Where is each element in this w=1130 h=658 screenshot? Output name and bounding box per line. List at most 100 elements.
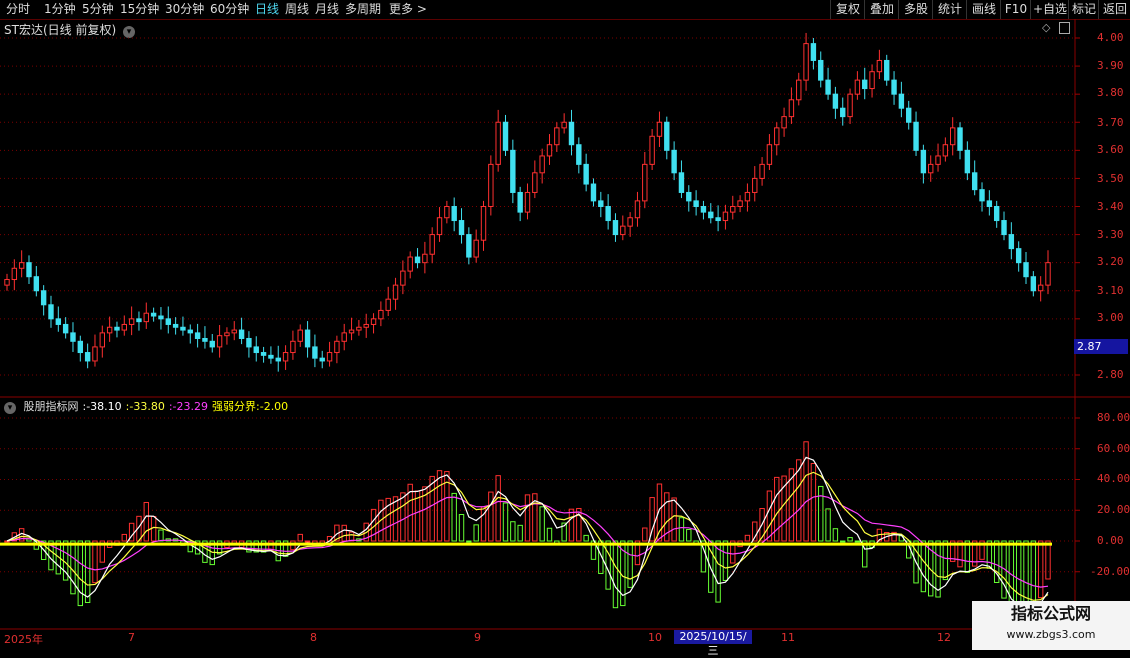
candle-body (319, 357, 325, 362)
indicator-bar (642, 527, 648, 542)
candle-body (150, 312, 157, 317)
candle-body (876, 59, 883, 73)
candle-body (964, 149, 971, 174)
indicator-bar (847, 537, 853, 542)
date-tick-label: 10 (648, 631, 662, 644)
candle-body (99, 332, 106, 348)
candle-body (136, 318, 142, 323)
candle-body (172, 323, 179, 328)
candle-body (840, 107, 846, 118)
candle-body (979, 189, 985, 202)
candle-body (810, 43, 817, 61)
candle-body (708, 211, 714, 219)
candle-body (253, 346, 259, 354)
indicator-bar (84, 540, 91, 603)
indicator-bar (121, 533, 127, 542)
candle-body (378, 309, 384, 320)
candle-body (642, 163, 648, 202)
indicator-bar (304, 540, 311, 543)
candle-body (370, 318, 377, 325)
candle-body (143, 312, 149, 323)
indicator-bar (627, 540, 633, 588)
cursor-date: 2025/10/15/三 (674, 630, 752, 657)
candle-body (70, 332, 76, 342)
indicator-bar (612, 540, 619, 609)
date-tick-label: 8 (310, 631, 317, 644)
indicator-bar (77, 540, 84, 607)
indicator-bar (832, 528, 839, 542)
price-tick-label: 3.50 (1097, 172, 1124, 185)
candle-body (583, 163, 589, 185)
indicator-bar (92, 540, 98, 584)
candle-body (920, 149, 927, 174)
candle-body (304, 329, 311, 348)
candle-body (1023, 262, 1029, 278)
candle-body (891, 79, 897, 95)
candle-body (341, 332, 347, 342)
candle-body (832, 93, 839, 109)
price-tick-label: 3.00 (1097, 311, 1124, 324)
candle-body (774, 127, 780, 146)
candle-body (818, 59, 824, 81)
candle-body (510, 149, 516, 193)
indicator-bar (143, 501, 149, 542)
candle-body (194, 332, 201, 339)
candle-body (275, 357, 281, 362)
kline-chart[interactable] (0, 0, 1130, 650)
candle-body (744, 191, 751, 202)
indicator-bar (392, 496, 399, 542)
candle-body (1030, 276, 1037, 292)
indicator-bar (488, 491, 494, 542)
watermark-title: 指标公式网 (1010, 604, 1091, 623)
candle-body (414, 256, 421, 264)
indicator-bar (524, 494, 531, 542)
candle-body (781, 116, 787, 129)
candle-body (862, 79, 868, 90)
indicator-bar (840, 540, 846, 543)
candle-body (260, 352, 267, 356)
indicator-bar (766, 490, 773, 542)
candle-body (422, 253, 428, 264)
indicator-bar (458, 514, 465, 542)
indicator-bar (825, 508, 831, 542)
candle-body (363, 323, 369, 328)
price-tick-label: 3.80 (1097, 86, 1124, 99)
indicator-tick-label: 0.00 (1097, 534, 1124, 547)
candle-body (106, 326, 113, 334)
indicator-tick-label: 60.00 (1097, 442, 1130, 455)
candle-body (312, 346, 318, 359)
candle-body (40, 290, 47, 306)
indicator-bar (502, 502, 509, 542)
candle-body (282, 352, 289, 362)
price-tick-label: 2.80 (1097, 368, 1124, 381)
candle-body (730, 206, 736, 213)
candle-body (246, 337, 252, 348)
indicator-bar (722, 540, 729, 581)
candle-body (231, 329, 237, 334)
candle-body (429, 234, 435, 255)
candle-body (466, 234, 472, 258)
candle-body (1045, 262, 1051, 286)
indicator-bar (744, 534, 751, 542)
candle-body (796, 79, 802, 101)
candle-body (869, 71, 875, 90)
candle-body (290, 340, 296, 354)
candle-body (297, 329, 303, 342)
indicator-bar (436, 470, 443, 542)
candle-body (128, 318, 135, 325)
candle-body (884, 59, 890, 81)
candle-body (444, 206, 450, 219)
candle-body (407, 256, 413, 272)
candle-body (854, 79, 861, 95)
candle-body (700, 206, 707, 213)
indicator-bar (810, 463, 817, 542)
candle-body (488, 163, 494, 207)
indicator-bar (510, 521, 516, 542)
candle-body (209, 340, 215, 348)
candle-body (114, 326, 120, 331)
watermark-logo: 指标公式网 www.zbgs3.com (972, 601, 1130, 650)
candle-body (451, 206, 457, 222)
candle-body (392, 284, 399, 300)
candle-body (326, 352, 333, 362)
candle-body (480, 206, 487, 241)
